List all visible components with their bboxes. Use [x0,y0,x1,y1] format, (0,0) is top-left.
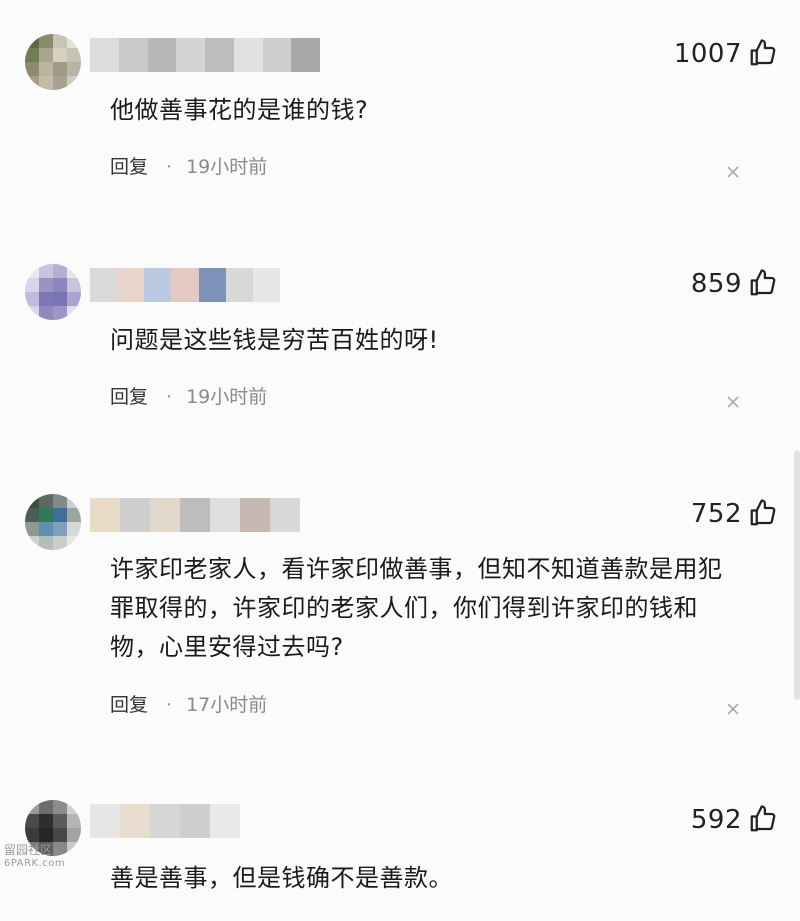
site-watermark: 留园社区 6PARK.com [4,843,65,871]
reply-button[interactable]: 回复 [110,382,148,412]
comment-meta: 回复 · 17小时前 [110,690,267,720]
comment-text: 善是善事，但是钱确不是善款。 [110,864,453,892]
avatar[interactable] [25,494,81,550]
timestamp: 19小时前 [186,156,268,178]
comment-text: 许家印老家人，看许家印做善事，但知不知道善款是用犯罪取得的，许家印的老家人们，你… [110,555,723,661]
thumbs-up-icon[interactable] [748,38,778,68]
close-icon[interactable] [724,700,742,718]
comment-text: 他做善事花的是谁的钱? [110,96,369,124]
reply-button[interactable]: 回复 [110,152,148,182]
close-icon[interactable] [724,163,742,181]
username-blurred[interactable] [90,804,240,838]
like-count: 1007 [673,39,742,69]
avatar[interactable] [25,264,81,320]
separator-dot: · [166,386,173,408]
comment-meta: 回复 · 19小时前 [110,382,267,412]
watermark-title: 留园社区 [4,843,53,857]
close-icon[interactable] [724,393,742,411]
username-blurred[interactable] [90,268,280,302]
comment-text: 问题是这些钱是穷苦百姓的呀! [110,326,439,354]
timestamp: 19小时前 [186,386,268,408]
like-count: 752 [690,499,742,529]
username-blurred[interactable] [90,38,320,72]
thumbs-up-icon[interactable] [748,804,778,834]
reply-button[interactable]: 回复 [110,690,148,720]
thumbs-up-icon[interactable] [748,268,778,298]
like-count: 859 [690,269,742,299]
like-count: 592 [690,805,742,835]
scrollbar[interactable] [794,450,800,700]
thumbs-up-icon[interactable] [748,498,778,528]
separator-dot: · [166,694,173,716]
avatar[interactable] [25,34,81,90]
separator-dot: · [166,156,173,178]
username-blurred[interactable] [90,498,300,532]
watermark-url: 6PARK.com [4,858,66,869]
comment-meta: 回复 · 19小时前 [110,152,267,182]
timestamp: 17小时前 [186,694,268,716]
